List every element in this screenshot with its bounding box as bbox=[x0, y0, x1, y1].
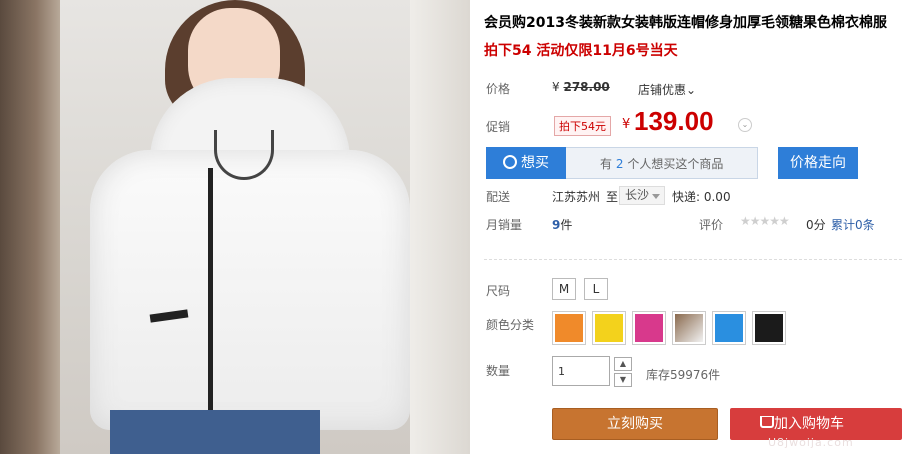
add-to-cart-label: 加入购物车 bbox=[774, 416, 844, 432]
quantity-input[interactable] bbox=[552, 356, 610, 386]
caret-down-icon bbox=[652, 194, 660, 199]
buy-now-button[interactable]: 立刻购买 bbox=[552, 408, 718, 440]
product-photo[interactable] bbox=[0, 0, 470, 454]
rating-label: 评价 bbox=[699, 218, 724, 232]
color-swatch-yellow[interactable] bbox=[592, 311, 626, 345]
promo-badge: 拍下54元 bbox=[554, 116, 611, 136]
color-swatch-black[interactable] bbox=[752, 311, 786, 345]
swatch-thumbnail bbox=[715, 314, 743, 342]
want-prefix: 有 bbox=[600, 157, 613, 171]
destination-select[interactable]: 长沙 bbox=[619, 186, 665, 205]
photo-background-pillar bbox=[410, 0, 470, 454]
rating-stars-icon: ★★★★★ bbox=[740, 214, 790, 228]
color-swatch-orange[interactable] bbox=[552, 311, 586, 345]
swatch-thumbnail bbox=[755, 314, 783, 342]
promo-price: 139.00 bbox=[634, 106, 714, 136]
swatch-thumbnail bbox=[555, 314, 583, 342]
shop-discount-label: 店铺优惠 bbox=[638, 83, 687, 97]
reviews-link[interactable]: 累计0条 bbox=[831, 216, 875, 233]
swatch-thumbnail bbox=[635, 314, 663, 342]
destination-value: 长沙 bbox=[625, 188, 650, 202]
product-info-panel: 会员购2013冬装新款女装韩版连帽修身加厚毛领糖果色棉衣棉服 拍下54 活动仅限… bbox=[474, 0, 902, 454]
quantity-increase-icon[interactable]: ▲ bbox=[614, 357, 632, 371]
site-watermark: U8jwoija.com bbox=[768, 436, 854, 449]
shipping-label: 配送 bbox=[486, 190, 511, 204]
promo-label: 促销 bbox=[486, 120, 511, 134]
divider bbox=[484, 259, 902, 260]
rating-score: 0分 bbox=[806, 218, 826, 232]
coat-zipper bbox=[208, 168, 213, 418]
monthly-sales-label: 月销量 bbox=[486, 218, 523, 232]
ship-from: 江苏苏州 bbox=[552, 190, 601, 204]
color-label: 颜色分类 bbox=[486, 318, 535, 332]
want-count: 2 bbox=[615, 157, 624, 171]
quantity-label: 数量 bbox=[486, 364, 511, 378]
swatch-thumbnail bbox=[675, 314, 703, 342]
product-title: 会员购2013冬装新款女装韩版连帽修身加厚毛领糖果色棉衣棉服 bbox=[484, 15, 887, 31]
want-buy-label: 想买 bbox=[521, 155, 549, 171]
original-currency: ¥ bbox=[552, 80, 560, 94]
white-puffer-coat bbox=[90, 150, 410, 430]
product-subtitle: 拍下54 活动仅限11月6号当天 bbox=[484, 43, 678, 59]
ship-to-word: 至 bbox=[606, 190, 619, 204]
shop-discount-dropdown[interactable]: 店铺优惠⌄ bbox=[638, 81, 696, 98]
quantity-decrease-icon[interactable]: ▼ bbox=[614, 373, 632, 387]
want-buy-button[interactable]: 想买 bbox=[486, 147, 566, 179]
chevron-down-icon: ⌄ bbox=[686, 83, 697, 97]
cart-icon bbox=[760, 416, 774, 428]
model-jeans bbox=[110, 410, 320, 454]
color-swatch-pink[interactable] bbox=[632, 311, 666, 345]
chevron-down-icon[interactable]: ⌄ bbox=[738, 118, 752, 132]
hand-icon bbox=[503, 155, 517, 169]
promo-currency: ¥ bbox=[622, 117, 631, 132]
stock-text: 库存59976件 bbox=[646, 368, 721, 382]
swatch-thumbnail bbox=[595, 314, 623, 342]
color-swatch-blue[interactable] bbox=[712, 311, 746, 345]
want-suffix: 个人想买这个商品 bbox=[627, 157, 724, 171]
price-label: 价格 bbox=[486, 82, 511, 96]
price-trend-button[interactable]: 价格走向 bbox=[778, 147, 858, 179]
color-swatch-white[interactable] bbox=[672, 311, 706, 345]
size-option-m[interactable]: M bbox=[552, 278, 576, 300]
photo-background-door bbox=[0, 0, 60, 454]
sales-unit: 件 bbox=[560, 218, 573, 232]
want-count-text: 有 2 个人想买这个商品 bbox=[600, 155, 723, 172]
size-option-l[interactable]: L bbox=[584, 278, 608, 300]
size-label: 尺码 bbox=[486, 284, 511, 298]
original-price: ¥ 278.00 bbox=[552, 80, 610, 94]
monthly-sales-count: 9件 bbox=[552, 216, 572, 233]
original-price-value: 278.00 bbox=[563, 80, 610, 94]
shipping-fee: 快递: 0.00 bbox=[672, 190, 731, 204]
